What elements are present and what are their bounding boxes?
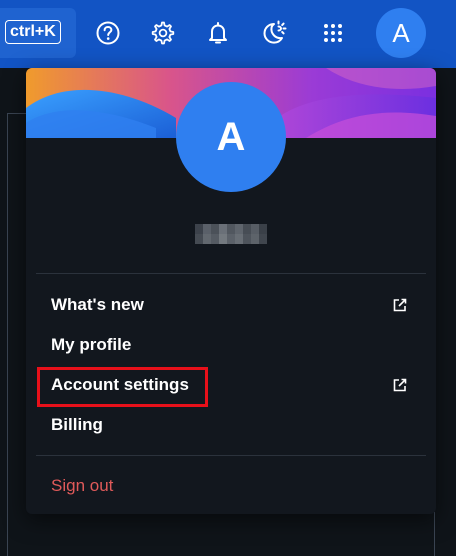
- apps-grid-icon[interactable]: [318, 18, 348, 48]
- profile-dropdown-menu: A What's new My profile Account settings…: [26, 68, 436, 514]
- menu-item-my-profile[interactable]: My profile: [36, 325, 426, 365]
- page-panel-edge: [434, 512, 435, 556]
- top-navigation-bar: ctrl+K A: [0, 0, 456, 68]
- sign-out-button[interactable]: Sign out: [36, 466, 426, 506]
- page-panel-edge: [7, 113, 8, 556]
- external-link-icon: [393, 298, 407, 312]
- menu-item-label: Billing: [51, 415, 103, 434]
- menu-item-label: Account settings: [51, 375, 189, 394]
- profile-avatar: A: [176, 82, 286, 192]
- menu-item-billing[interactable]: Billing: [36, 405, 426, 445]
- theme-toggle-icon[interactable]: [258, 18, 288, 48]
- keyboard-shortcut-badge: ctrl+K: [5, 20, 61, 44]
- user-avatar-button[interactable]: A: [376, 8, 426, 58]
- gear-icon[interactable]: [148, 18, 178, 48]
- menu-item-label: My profile: [51, 335, 132, 354]
- search-shortcut-button[interactable]: ctrl+K: [0, 8, 76, 58]
- sign-out-label: Sign out: [51, 476, 114, 495]
- help-icon[interactable]: [93, 18, 123, 48]
- user-name-redacted: [195, 224, 267, 244]
- menu-item-whats-new[interactable]: What's new: [36, 285, 426, 325]
- menu-item-account-settings[interactable]: Account settings: [36, 365, 426, 405]
- menu-item-label: What's new: [51, 295, 144, 314]
- bell-icon[interactable]: [203, 18, 233, 48]
- external-link-icon: [393, 378, 407, 392]
- menu-divider: [36, 273, 426, 274]
- menu-divider: [36, 455, 426, 456]
- page-panel-edge: [7, 113, 27, 114]
